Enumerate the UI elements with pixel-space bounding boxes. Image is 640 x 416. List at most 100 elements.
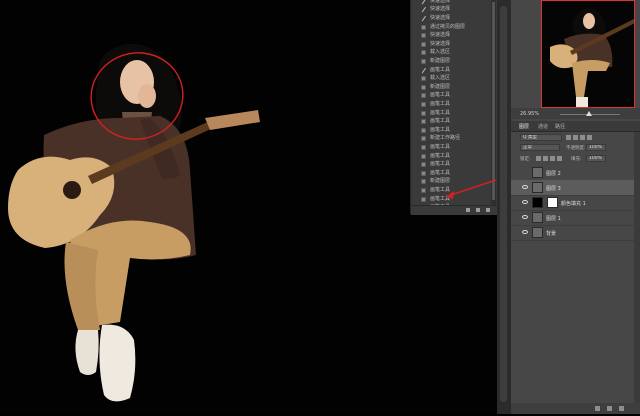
step-icon — [421, 136, 426, 142]
step-icon — [421, 162, 426, 168]
step-icon — [421, 76, 426, 82]
opacity-label: 不透明度: — [566, 146, 586, 151]
layer-thumbnail — [532, 182, 543, 193]
history-state-label: 画笔工具 — [430, 92, 451, 99]
layer-row[interactable]: 背景 — [511, 225, 634, 241]
eye-icon[interactable] — [522, 215, 528, 219]
history-state-label: 画笔工具 — [430, 152, 451, 159]
history-state-label: 画笔工具 — [430, 169, 451, 176]
layer-name: 图层 2 — [546, 171, 561, 177]
history-state-label: 快速选择 — [430, 40, 451, 47]
eye-icon[interactable] — [522, 200, 528, 204]
history-state[interactable]: 新建图层 — [411, 83, 491, 92]
tab-channels[interactable]: 通道 — [538, 123, 548, 130]
history-state[interactable]: 快速选择 — [411, 31, 491, 40]
scrollbar-thumb[interactable] — [500, 6, 507, 402]
step-icon — [421, 58, 426, 64]
history-state[interactable]: 画笔工具 — [411, 92, 491, 101]
zoom-slider-knob[interactable] — [586, 111, 592, 116]
fill-label: 填充: — [571, 157, 582, 162]
layer-thumbnail — [532, 197, 543, 208]
layer-kind-filter[interactable]: Q 类型 — [520, 134, 562, 141]
canvas-vertical-scrollbar[interactable] — [497, 0, 511, 414]
lock-move-icon[interactable] — [550, 156, 555, 161]
step-icon — [421, 170, 426, 176]
history-state-label: 画笔工具 — [430, 161, 451, 168]
navigator-preview[interactable] — [541, 0, 635, 108]
layer-row[interactable]: 图层 1 — [511, 210, 634, 226]
trash-icon[interactable] — [486, 208, 490, 212]
history-panel: 快速选择 快速选择 快速选择 通过拷贝的图层 快速选择 快速选择 载入选区 新建图层 画笔工具载… — [410, 0, 497, 215]
lock-all-icon[interactable] — [557, 156, 562, 161]
layers-footer — [511, 403, 640, 414]
history-state[interactable]: 画笔工具 — [411, 169, 491, 178]
layer-name: 颜色填充 1 — [561, 201, 586, 207]
delete-layer-icon[interactable] — [619, 406, 624, 411]
history-state[interactable]: 快速选择 — [411, 6, 491, 15]
step-icon — [421, 153, 426, 159]
layers-scrollbar[interactable] — [634, 132, 640, 414]
brush-icon — [421, 7, 426, 12]
layer-row[interactable]: 图层 2 — [511, 165, 634, 181]
history-state[interactable]: 画笔工具 — [411, 160, 491, 169]
step-icon — [421, 119, 426, 125]
lock-brush-icon[interactable] — [543, 156, 548, 161]
history-state[interactable]: 画笔工具 — [411, 66, 491, 75]
history-state-label: 快速选择 — [430, 32, 451, 39]
history-state[interactable]: 画笔工具 — [411, 126, 491, 135]
new-group-icon[interactable] — [595, 406, 600, 411]
history-state-label: 新建图层 — [430, 57, 451, 64]
history-state-label: 快速选择 — [430, 0, 451, 4]
history-scrollbar[interactable] — [491, 0, 496, 205]
opacity-input[interactable]: 100% — [586, 144, 606, 151]
history-state[interactable]: 载入选区 — [411, 49, 491, 58]
history-state[interactable]: 快速选择 — [411, 14, 491, 23]
tab-paths[interactable]: 路径 — [555, 123, 565, 130]
history-state-label: 通过拷贝的图层 — [430, 23, 466, 30]
history-footer — [411, 205, 497, 215]
step-icon — [421, 187, 426, 193]
lock-label: 锁定: — [520, 157, 531, 162]
layer-row[interactable]: 颜色填充 1 — [511, 195, 634, 211]
step-icon — [421, 179, 426, 185]
history-state[interactable]: 新建图层 — [411, 57, 491, 66]
history-state-label: 画笔工具 — [430, 126, 451, 133]
lock-transparent-icon[interactable] — [536, 156, 541, 161]
tab-layers[interactable]: 图层 — [519, 123, 529, 130]
history-state-label: 画笔工具 — [430, 118, 451, 125]
history-state[interactable]: 新建工作路径 — [411, 135, 491, 144]
step-icon — [421, 110, 426, 116]
zoom-level[interactable]: 26.95% — [520, 111, 539, 117]
layer-row[interactable]: 图层 3 — [511, 180, 634, 196]
history-state[interactable]: 画笔工具 — [411, 143, 491, 152]
new-snapshot-from-state-icon[interactable] — [466, 208, 470, 212]
filter-type-icon[interactable] — [580, 135, 585, 140]
history-state[interactable]: 载入选区 — [411, 74, 491, 83]
eye-icon[interactable] — [522, 185, 528, 189]
history-state-label: 载入选区 — [430, 49, 451, 56]
step-icon — [421, 196, 426, 202]
new-layer-icon[interactable] — [607, 406, 612, 411]
fill-input[interactable]: 100% — [586, 155, 606, 162]
filter-adjust-icon[interactable] — [573, 135, 578, 140]
history-state[interactable]: 画笔工具 — [411, 100, 491, 109]
layer-thumbnail — [532, 212, 543, 223]
camera-icon[interactable] — [476, 208, 480, 212]
eye-icon[interactable] — [522, 230, 528, 234]
step-icon — [421, 33, 426, 39]
history-state-label: 快速选择 — [430, 6, 451, 13]
history-scroll-thumb[interactable] — [492, 2, 495, 200]
history-state[interactable]: 画笔工具 — [411, 117, 491, 126]
history-state[interactable]: 画笔工具 — [411, 109, 491, 118]
history-state[interactable]: 快速选择 — [411, 40, 491, 49]
history-state-label: 新建图层 — [430, 83, 451, 90]
layer-name: 背景 — [546, 231, 557, 237]
filter-shape-icon[interactable] — [587, 135, 592, 140]
history-state[interactable]: 画笔工具 — [411, 152, 491, 161]
history-state-label: 载入选区 — [430, 75, 451, 82]
history-state[interactable]: 通过拷贝的图层 — [411, 23, 491, 32]
layer-thumbnail — [532, 227, 543, 238]
filter-pixel-icon[interactable] — [566, 135, 571, 140]
layer-thumbnail — [532, 167, 543, 178]
blend-mode-select[interactable]: 正常 — [520, 144, 560, 151]
